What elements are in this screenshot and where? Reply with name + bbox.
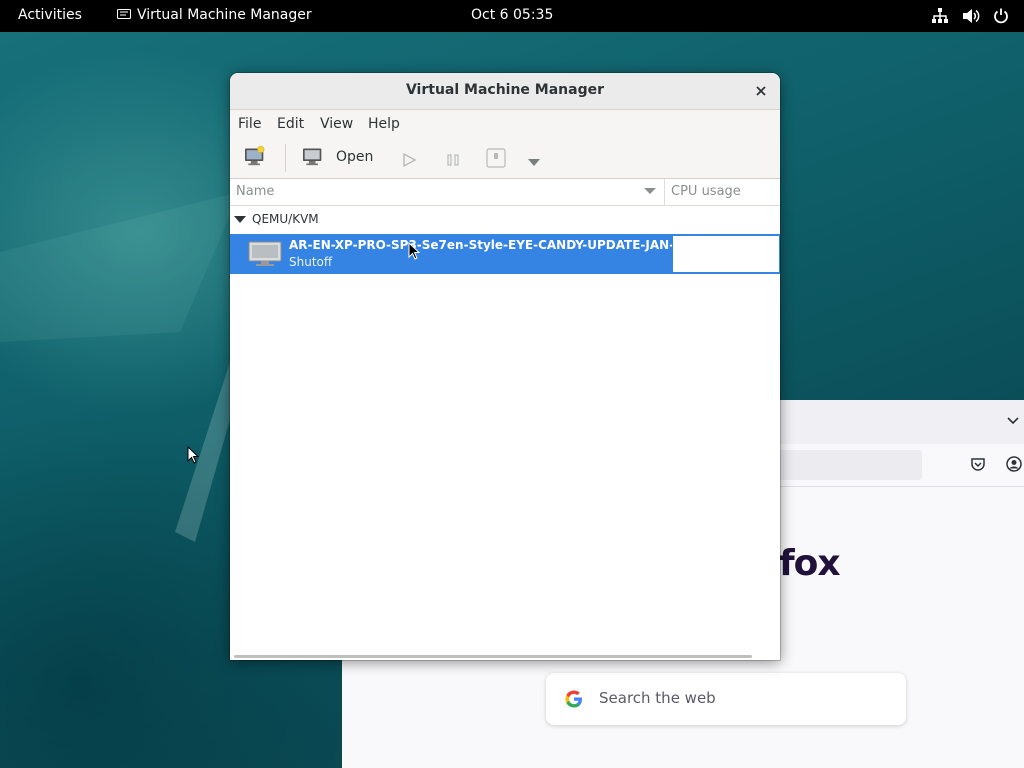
- mouse-pointer-icon-2: [187, 446, 199, 464]
- vm-name: AR-EN-XP-PRO-SP3-Se7en-Style-EYE-CANDY-U…: [289, 238, 708, 252]
- vm-cpu-usage-graph: [672, 235, 780, 273]
- open-vm-icon[interactable]: [300, 146, 326, 166]
- account-icon[interactable]: [1006, 456, 1022, 472]
- pocket-icon[interactable]: [970, 456, 986, 472]
- power-icon[interactable]: [992, 7, 1010, 25]
- clock[interactable]: Oct 6 05:35: [471, 7, 553, 23]
- close-icon: [756, 86, 766, 96]
- window-title: Virtual Machine Manager: [405, 82, 605, 98]
- app-menu-label: Virtual Machine Manager: [137, 7, 312, 23]
- close-button[interactable]: [752, 82, 770, 100]
- column-divider[interactable]: [664, 179, 665, 205]
- vm-list[interactable]: QEMU/KVM AR-EN-XP-PRO-SP3-Se7en-Style-EY…: [230, 206, 780, 660]
- column-header-cpu[interactable]: CPU usage: [671, 184, 741, 199]
- shutdown-icon[interactable]: [486, 148, 506, 168]
- pause-icon[interactable]: [445, 150, 461, 170]
- new-vm-icon[interactable]: [242, 146, 268, 166]
- window-titlebar[interactable]: Virtual Machine Manager: [230, 73, 780, 110]
- vm-status: Shutoff: [289, 255, 333, 269]
- virt-manager-icon: [117, 9, 131, 19]
- url-bar[interactable]: s: [758, 450, 922, 480]
- expander-arrow-icon[interactable]: [234, 216, 246, 223]
- toolbar: Open: [230, 138, 780, 179]
- shutdown-menu-dropdown-icon[interactable]: [528, 153, 540, 173]
- app-menu[interactable]: Virtual Machine Manager: [117, 7, 312, 23]
- volume-icon[interactable]: [962, 7, 980, 25]
- sort-arrow-icon[interactable]: [644, 188, 656, 194]
- menu-edit[interactable]: Edit: [277, 116, 304, 132]
- connection-label: QEMU/KVM: [252, 212, 319, 226]
- wallpaper-glow: [0, 192, 240, 342]
- network-icon[interactable]: [931, 7, 949, 25]
- virt-manager-window[interactable]: Virtual Machine Manager File Edit View H…: [230, 73, 780, 660]
- connection-group-row[interactable]: QEMU/KVM: [230, 206, 780, 234]
- menu-view[interactable]: View: [320, 116, 353, 132]
- column-header-row: Name CPU usage: [230, 179, 780, 206]
- gnome-top-bar: Activities Virtual Machine Manager Oct 6…: [0, 0, 1024, 32]
- column-header-name[interactable]: Name: [236, 184, 274, 199]
- firefox-wordmark: fox: [779, 543, 841, 584]
- menu-help[interactable]: Help: [368, 116, 400, 132]
- system-tray[interactable]: [923, 7, 1010, 25]
- search-placeholder: Search the web: [599, 689, 716, 707]
- list-all-tabs-icon[interactable]: [1006, 414, 1020, 428]
- menu-file[interactable]: File: [238, 116, 261, 132]
- vm-row[interactable]: AR-EN-XP-PRO-SP3-Se7en-Style-EYE-CANDY-U…: [230, 234, 780, 274]
- toolbar-separator: [285, 144, 286, 172]
- activities-button[interactable]: Activities: [18, 7, 82, 23]
- menu-bar: File Edit View Help: [230, 110, 780, 138]
- web-search-box[interactable]: Search the web: [546, 673, 906, 725]
- google-icon: [565, 690, 582, 708]
- vm-monitor-icon: [248, 241, 282, 266]
- open-button-label[interactable]: Open: [336, 149, 373, 165]
- mouse-pointer-icon: [408, 242, 420, 260]
- horizontal-scrollbar[interactable]: [234, 655, 752, 658]
- wallpaper-shard: [175, 362, 235, 542]
- run-icon[interactable]: [401, 150, 417, 170]
